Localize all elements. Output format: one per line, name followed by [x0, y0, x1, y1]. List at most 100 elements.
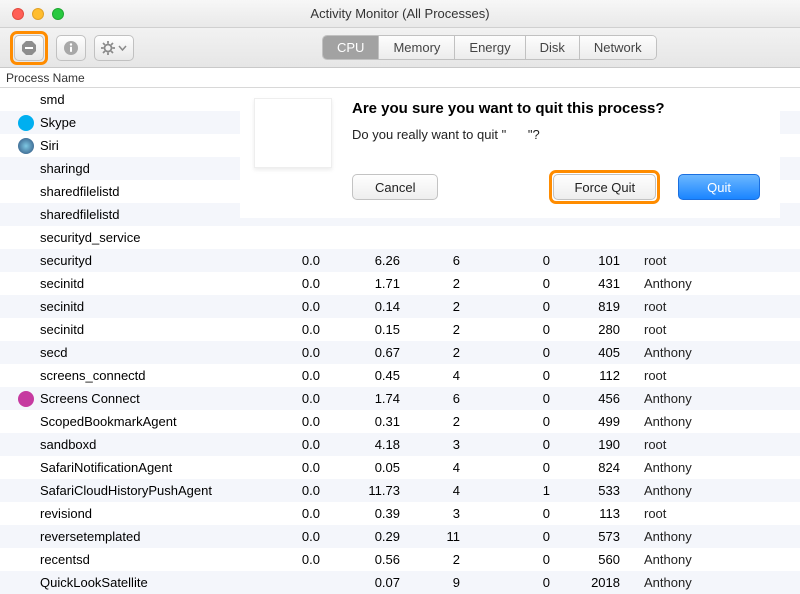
toolbar: CPU Memory Energy Disk Network — [0, 28, 800, 68]
idle-cell: 0 — [478, 276, 568, 291]
threads-cell: 2 — [418, 414, 478, 429]
process-name-cell: sharedfilelistd — [18, 207, 268, 222]
idle-cell: 0 — [478, 391, 568, 406]
pid-cell: 499 — [568, 414, 638, 429]
process-name-label: sharingd — [40, 161, 90, 176]
table-row[interactable]: screens_connectd0.00.4540112root — [0, 364, 800, 387]
cpu-cell: 0.0 — [268, 552, 338, 567]
threads-cell: 3 — [418, 506, 478, 521]
pid-cell: 101 — [568, 253, 638, 268]
process-name-label: reversetemplated — [40, 529, 140, 544]
table-row[interactable]: reversetemplated0.00.29110573Anthony — [0, 525, 800, 548]
tab-bar: CPU Memory Energy Disk Network — [322, 35, 657, 60]
process-name-label: Skype — [40, 115, 76, 130]
process-name-label: QuickLookSatellite — [40, 575, 148, 590]
user-cell: Anthony — [638, 414, 800, 429]
table-row[interactable]: QuickLookSatellite0.07902018Anthony — [0, 571, 800, 594]
table-row[interactable]: sandboxd0.04.1830190root — [0, 433, 800, 456]
table-row[interactable]: securityd_service — [0, 226, 800, 249]
tab-energy[interactable]: Energy — [455, 36, 525, 59]
table-row[interactable]: recentsd0.00.5620560Anthony — [0, 548, 800, 571]
dialog-app-icon — [254, 98, 332, 168]
table-row[interactable]: SafariNotificationAgent0.00.0540824Antho… — [0, 456, 800, 479]
table-row[interactable]: secinitd0.00.1420819root — [0, 295, 800, 318]
time-cell: 1.74 — [338, 391, 418, 406]
user-cell: root — [638, 253, 800, 268]
col-process-name[interactable]: Process Name — [6, 71, 85, 85]
force-quit-button[interactable]: Force Quit — [553, 174, 656, 200]
user-cell: root — [638, 299, 800, 314]
idle-cell: 0 — [478, 437, 568, 452]
user-cell: Anthony — [638, 575, 800, 590]
table-row[interactable]: revisiond0.00.3930113root — [0, 502, 800, 525]
options-button[interactable] — [94, 35, 134, 61]
tab-network[interactable]: Network — [580, 36, 656, 59]
time-cell: 0.07 — [338, 575, 418, 590]
pid-cell: 533 — [568, 483, 638, 498]
cpu-cell: 0.0 — [268, 460, 338, 475]
pid-cell: 405 — [568, 345, 638, 360]
threads-cell: 4 — [418, 460, 478, 475]
table-row[interactable]: ScopedBookmarkAgent0.00.3120499Anthony — [0, 410, 800, 433]
table-row[interactable]: SafariCloudHistoryPushAgent0.011.7341533… — [0, 479, 800, 502]
cpu-cell: 0.0 — [268, 506, 338, 521]
threads-cell: 4 — [418, 368, 478, 383]
user-cell: Anthony — [638, 529, 800, 544]
process-name-label: secinitd — [40, 322, 84, 337]
threads-cell: 3 — [418, 437, 478, 452]
column-headers[interactable]: Process Name — [0, 68, 800, 88]
process-name-label: SafariCloudHistoryPushAgent — [40, 483, 212, 498]
table-row[interactable]: secinitd0.00.1520280root — [0, 318, 800, 341]
threads-cell: 2 — [418, 345, 478, 360]
threads-cell: 11 — [418, 529, 478, 544]
time-cell: 0.39 — [338, 506, 418, 521]
idle-cell: 0 — [478, 414, 568, 429]
cpu-cell: 0.0 — [268, 529, 338, 544]
tab-cpu[interactable]: CPU — [323, 36, 379, 59]
stop-process-button[interactable] — [14, 35, 44, 61]
gear-icon — [101, 41, 115, 55]
time-cell: 4.18 — [338, 437, 418, 452]
cancel-button[interactable]: Cancel — [352, 174, 438, 200]
table-row[interactable]: secinitd0.01.7120431Anthony — [0, 272, 800, 295]
table-row[interactable]: Screens Connect0.01.7460456Anthony — [0, 387, 800, 410]
process-name-label: smd — [40, 92, 65, 107]
idle-cell: 0 — [478, 299, 568, 314]
dialog-message: Do you really want to quit " "? — [352, 127, 760, 142]
process-name-cell: QuickLookSatellite — [18, 575, 268, 590]
info-icon — [63, 40, 79, 56]
table-row[interactable]: securityd0.06.2660101root — [0, 249, 800, 272]
chevron-down-icon — [118, 45, 127, 51]
process-name-cell: SafariNotificationAgent — [18, 460, 268, 475]
process-name-cell: Screens Connect — [18, 391, 268, 407]
process-name-label: sandboxd — [40, 437, 96, 452]
cpu-cell: 0.0 — [268, 414, 338, 429]
process-name-label: secinitd — [40, 276, 84, 291]
idle-cell: 1 — [478, 483, 568, 498]
idle-cell: 0 — [478, 253, 568, 268]
time-cell: 6.26 — [338, 253, 418, 268]
process-name-cell: sharingd — [18, 161, 268, 176]
cpu-cell: 0.0 — [268, 345, 338, 360]
threads-cell: 4 — [418, 483, 478, 498]
threads-cell: 6 — [418, 253, 478, 268]
inspect-process-button[interactable] — [56, 35, 86, 61]
pid-cell: 190 — [568, 437, 638, 452]
highlight-stop-button — [10, 31, 48, 65]
process-name-label: Siri — [40, 138, 59, 153]
tab-memory[interactable]: Memory — [379, 36, 455, 59]
idle-cell: 0 — [478, 506, 568, 521]
table-row[interactable]: secd0.00.6720405Anthony — [0, 341, 800, 364]
cpu-cell: 0.0 — [268, 437, 338, 452]
idle-cell: 0 — [478, 529, 568, 544]
tab-disk[interactable]: Disk — [526, 36, 580, 59]
idle-cell: 0 — [478, 552, 568, 567]
process-name-cell: securityd_service — [18, 230, 268, 245]
idle-cell: 0 — [478, 460, 568, 475]
process-name-label: securityd — [40, 253, 92, 268]
quit-button[interactable]: Quit — [678, 174, 760, 200]
process-name-label: recentsd — [40, 552, 90, 567]
time-cell: 0.05 — [338, 460, 418, 475]
time-cell: 11.73 — [338, 483, 418, 498]
threads-cell: 2 — [418, 552, 478, 567]
